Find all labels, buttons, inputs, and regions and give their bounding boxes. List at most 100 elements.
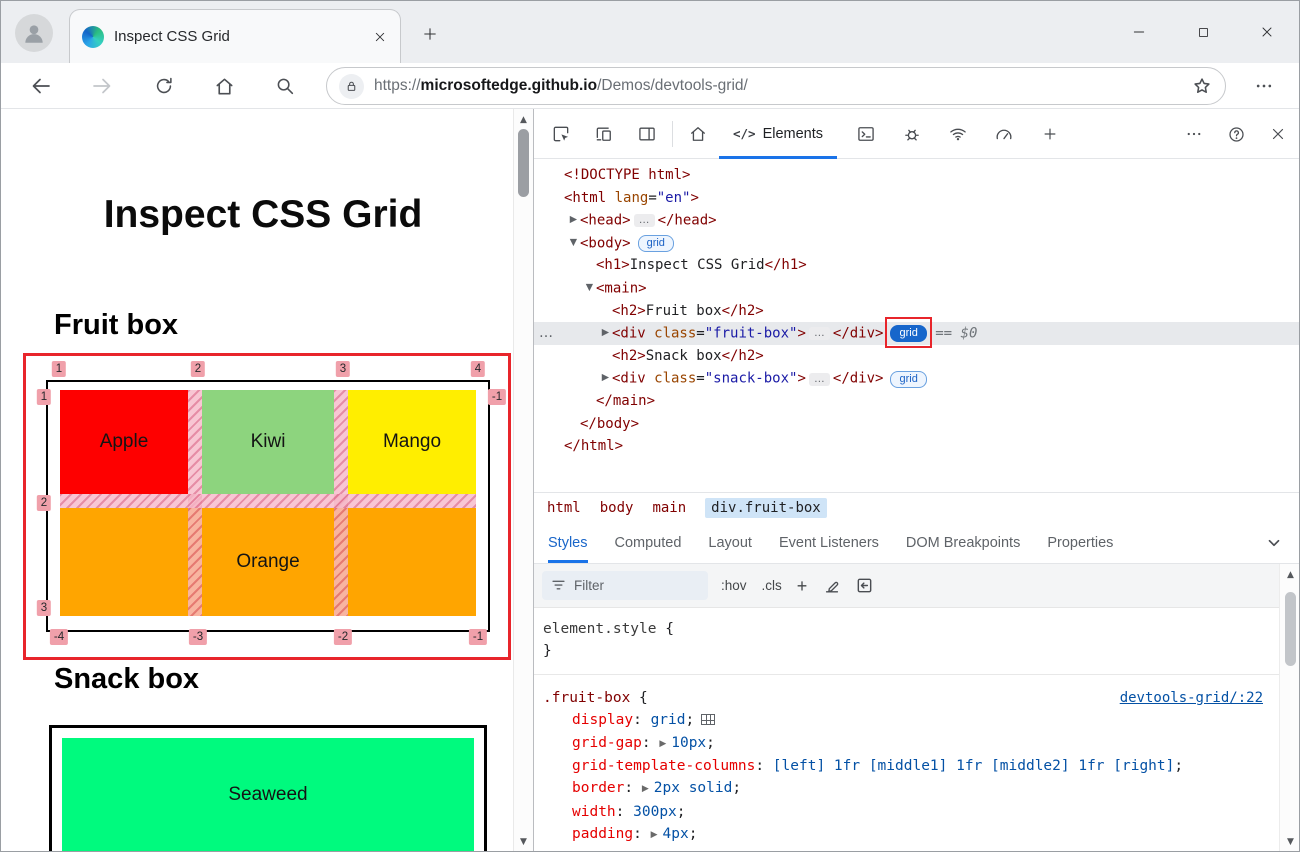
dom-pill: …	[634, 214, 655, 227]
dom-tree-node[interactable]: <html lang="en">	[534, 187, 1300, 210]
styles-filter-input[interactable]: Filter	[542, 571, 708, 600]
panel-tab-properties[interactable]: Properties	[1047, 522, 1113, 563]
dom-tree-node[interactable]: </body>	[534, 413, 1300, 436]
styles-scroll-down-icon[interactable]: ▼	[1280, 837, 1300, 847]
dom-tree-node[interactable]: ▼<main>	[534, 277, 1300, 300]
css-property-width[interactable]: width: 300px;	[534, 801, 1279, 823]
home-button[interactable]	[209, 71, 239, 101]
browser-menu-icon[interactable]	[1249, 71, 1279, 101]
dom-tree-node[interactable]: <!DOCTYPE html>	[534, 164, 1300, 187]
tab-close-icon[interactable]	[372, 29, 388, 45]
refresh-button[interactable]	[149, 71, 179, 101]
breadcrumb-item[interactable]: html	[547, 500, 581, 516]
network-icon[interactable]	[943, 119, 973, 149]
grid-badge[interactable]: grid	[890, 325, 926, 342]
help-icon[interactable]	[1221, 119, 1251, 149]
shorthand-expand-icon[interactable]: ▶	[642, 784, 649, 794]
maximize-button[interactable]	[1171, 1, 1235, 63]
address-bar[interactable]: https://microsoftedge.github.io/Demos/de…	[326, 67, 1226, 105]
source-link[interactable]: devtools-grid/:22	[1120, 687, 1263, 709]
welcome-home-icon[interactable]	[683, 119, 713, 149]
devtools-menu-icon[interactable]	[1179, 119, 1209, 149]
filter-toggle-cls[interactable]: .cls	[762, 578, 782, 593]
styles-scrollbar[interactable]: ▲ ▼	[1279, 564, 1300, 852]
fruit-box-rule-open[interactable]: .fruit-box {devtools-grid/:22	[534, 687, 1279, 709]
styles-filter-bar: Filter :hov .cls +	[534, 564, 1279, 608]
rule-separator	[534, 663, 1279, 675]
page-scrollbar[interactable]: ▲ ▼	[513, 109, 533, 852]
grid-badge-highlighted: grid	[890, 322, 926, 345]
css-property-value: [left] 1fr [middle1] 1fr [middle2] 1fr […	[773, 758, 1175, 774]
edge-logo-icon	[82, 26, 104, 48]
profile-avatar[interactable]	[15, 14, 53, 52]
breadcrumb-item[interactable]: div.fruit-box	[705, 498, 827, 518]
issues-icon[interactable]	[897, 119, 927, 149]
css-property-padding[interactable]: padding: ▶4px;	[534, 823, 1279, 846]
tab-elements[interactable]: </> Elements	[719, 109, 837, 159]
dom-tree-node[interactable]: <h2>Snack box</h2>	[534, 345, 1300, 368]
css-property-display[interactable]: display: grid;	[534, 709, 1279, 731]
dom-tree-node[interactable]: <h1>Inspect CSS Grid</h1>	[534, 254, 1300, 277]
scroll-up-icon[interactable]: ▲	[514, 115, 533, 125]
dom-punct: =	[696, 325, 704, 341]
search-button[interactable]	[270, 71, 300, 101]
dom-tree-node[interactable]: </html>	[534, 435, 1300, 458]
dom-tree-node[interactable]: </main>	[534, 390, 1300, 413]
dom-tree-node[interactable]: ▼<body>grid	[534, 232, 1300, 255]
styles-panel-tabs: Styles Computed Layout Event Listeners DOM B…	[534, 522, 1300, 564]
devtools-panel: </> Elements	[533, 109, 1300, 852]
dom-tree-node[interactable]: ▶<div class="snack-box">…</div>grid	[534, 367, 1300, 390]
node-menu-icon[interactable]: …	[539, 322, 553, 345]
panel-tab-layout[interactable]: Layout	[708, 522, 752, 563]
expand-arrow-icon[interactable]: ▶	[548, 322, 612, 345]
styles-scroll-up-icon[interactable]: ▲	[1280, 570, 1300, 580]
scroll-down-icon[interactable]: ▼	[514, 837, 533, 847]
dom-tree-node[interactable]: …▶<div class="fruit-box">…</div>grid == …	[534, 322, 1300, 345]
css-property-grid-gap[interactable]: grid-gap: ▶10px;	[534, 732, 1279, 755]
console-icon[interactable]	[851, 119, 881, 149]
styles-scrollbar-thumb[interactable]	[1285, 592, 1296, 666]
panel-tab-computed[interactable]: Computed	[615, 522, 682, 563]
minimize-button[interactable]	[1107, 1, 1171, 63]
chevron-down-icon[interactable]	[1265, 534, 1283, 552]
grid-badge[interactable]: grid	[890, 371, 926, 388]
expand-arrow-icon[interactable]: ▶	[548, 367, 612, 390]
shorthand-expand-icon[interactable]: ▶	[651, 830, 658, 840]
favorite-star-icon[interactable]	[1191, 75, 1213, 97]
filter-toggle-hov[interactable]: :hov	[721, 578, 747, 593]
panel-tab-styles[interactable]: Styles	[548, 522, 588, 563]
site-info-icon[interactable]	[339, 74, 364, 99]
dom-tree-node[interactable]: ▶<head>…</head>	[534, 209, 1300, 232]
back-button[interactable]	[26, 71, 56, 101]
breadcrumb-item[interactable]: main	[652, 500, 686, 516]
inspect-element-icon[interactable]	[546, 119, 576, 149]
close-button[interactable]	[1235, 1, 1299, 63]
device-emulation-icon[interactable]	[589, 119, 619, 149]
format-styles-icon[interactable]	[823, 577, 841, 595]
panel-tab-dom-breakpoints[interactable]: DOM Breakpoints	[906, 522, 1020, 563]
filter-toggle-[interactable]: +	[797, 577, 808, 595]
add-panel-icon[interactable]	[1035, 119, 1065, 149]
page-scrollbar-thumb[interactable]	[518, 129, 529, 197]
grid-editor-icon[interactable]	[701, 714, 715, 725]
performance-icon[interactable]	[989, 119, 1019, 149]
panel-tab-event-listeners[interactable]: Event Listeners	[779, 522, 879, 563]
expand-arrow-icon[interactable]: ▼	[548, 232, 580, 255]
css-property-border[interactable]: border: ▶2px solid;	[534, 777, 1279, 800]
expand-arrow-icon[interactable]: ▶	[548, 209, 580, 232]
forward-button[interactable]	[87, 71, 117, 101]
browser-tab[interactable]: Inspect CSS Grid	[69, 9, 401, 63]
focus-mode-icon[interactable]	[632, 119, 662, 149]
expand-arrow-icon[interactable]: ▼	[548, 277, 596, 300]
tab-title: Inspect CSS Grid	[114, 28, 362, 45]
computed-panel-icon[interactable]	[855, 576, 874, 595]
grid-line-number: -3	[189, 629, 207, 645]
breadcrumb-item[interactable]: body	[600, 500, 634, 516]
filter-toggles: :hov .cls +	[721, 577, 807, 595]
shorthand-expand-icon[interactable]: ▶	[659, 739, 666, 749]
css-property-grid-template-columns[interactable]: grid-template-columns: [left] 1fr [middl…	[534, 755, 1279, 777]
new-tab-button[interactable]	[417, 21, 443, 47]
devtools-close-icon[interactable]	[1263, 119, 1293, 149]
element-style-rule[interactable]: element.style {	[534, 618, 1279, 640]
grid-badge[interactable]: grid	[638, 235, 674, 252]
